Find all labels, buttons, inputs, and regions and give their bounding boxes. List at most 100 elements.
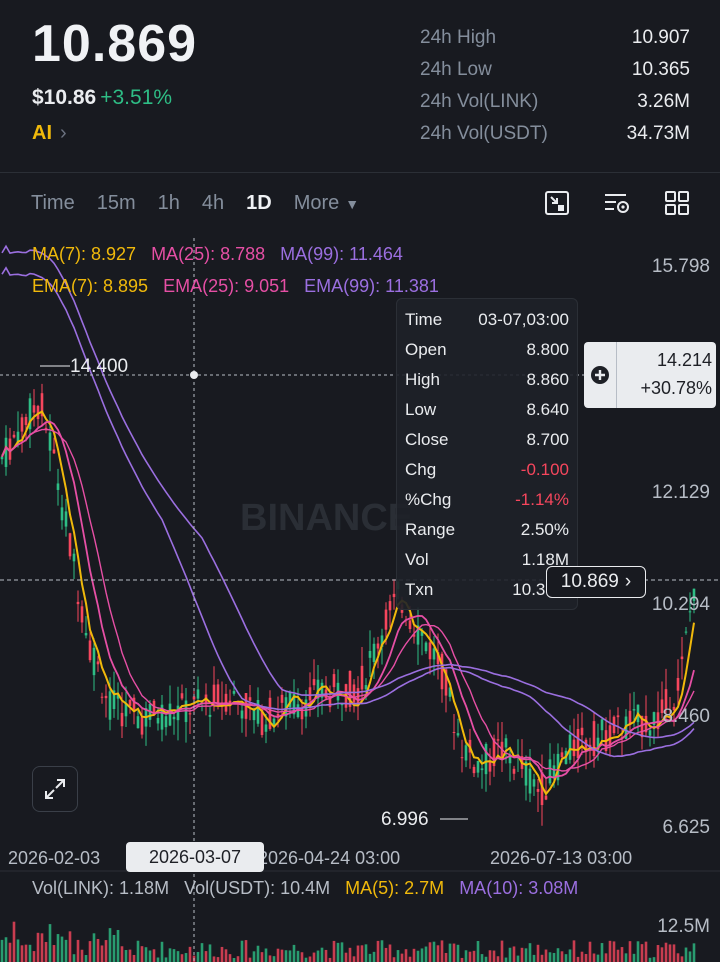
volume-bar [168,948,172,962]
volume-bar [628,941,632,962]
ma7-value: MA(7): 8.927 [32,244,137,264]
candle-body [56,483,60,490]
candle-body [256,700,260,724]
ai-button[interactable]: AI › [32,122,67,145]
volume-bar [360,945,364,962]
fullscreen-button[interactable] [32,766,78,812]
volume-bar [196,951,200,962]
volume-bar [540,954,544,962]
plus-circle-icon [591,366,609,384]
volume-bars [0,921,696,962]
indicator-settings-icon[interactable] [602,188,632,218]
volume-bar [680,956,684,962]
volume-bar [520,947,524,962]
current-price-tag[interactable]: 10.869 › [546,566,646,598]
volume-bar [472,950,476,962]
volume-bar [92,933,96,962]
chart-type-icon[interactable] [542,188,572,218]
candle-body [48,432,52,451]
volume-bar [396,950,400,962]
candle-body [376,643,380,649]
tooltip-row-range: Range 2.50% [405,520,569,539]
candle-body [352,684,356,703]
grid-layout-icon[interactable] [662,188,692,218]
volume-bar [464,950,468,962]
volume-bar [216,957,220,962]
volume-bar [572,940,576,962]
volume-bar [512,946,516,962]
volume-bar [144,947,148,962]
tooltip-row-low: Low 8.640 [405,400,569,419]
candle-body [684,631,688,633]
ema25-value: EMA(25): 9.051 [163,276,290,296]
volume-bar [160,941,164,962]
crosshair-price-tag[interactable]: 14.214 +30.78% [584,342,716,408]
volume-bar [332,940,336,962]
ohlc-tooltip: Time 03-07,03:00 Open 8.800 High 8.860 Low 8… [396,298,578,610]
tab-1h[interactable]: 1h [147,188,191,219]
volume-bar [148,950,152,962]
volume-bar [72,954,76,962]
volume-bar [300,952,304,962]
volume-bar [292,944,296,962]
crosshair-dot [190,371,198,379]
volume-bar [564,954,568,962]
volume-bar [468,951,472,962]
volume-bar [264,948,268,962]
tab-4h[interactable]: 4h [191,188,235,219]
candle-body [388,601,392,611]
current-price-value: 10.869 [560,571,619,592]
y-axis-label: 12.129 [651,482,710,503]
volume-bar [240,940,244,962]
volume-bar [556,948,560,962]
candle-body [676,678,680,691]
tab-time[interactable]: Time [20,188,86,219]
candle-body [164,716,168,728]
volume-bar [280,949,284,962]
candle-body [44,427,48,429]
volume-bar [624,953,628,962]
candle-body [548,759,552,784]
volume-bar [112,934,116,962]
volume-bar [156,957,160,962]
tab-1d[interactable]: 1D [235,188,283,219]
volume-bar [588,941,592,962]
chart-toolbar [542,188,692,218]
candle-body [504,738,508,748]
volume-bar [568,949,572,962]
volume-bar [604,953,608,962]
tab-more[interactable]: More ▼ [283,188,370,219]
volume-bar [548,952,552,962]
volume-bar [140,946,144,962]
volume-bar [400,953,404,962]
volume-bar [640,944,644,962]
volume-bar [436,945,440,962]
volume-bar [312,952,316,962]
candle-body [248,697,252,701]
volume-bar [504,957,508,962]
candle-body [428,642,432,660]
y-axis-label: 15.798 [651,256,710,277]
volume-bar [60,936,64,962]
volume-bar [364,944,368,962]
add-alert-button[interactable] [584,342,617,408]
volume-bar [96,938,100,962]
volume-legend: Vol(LINK): 1.18M Vol(USDT): 10.4M MA(5):… [32,878,578,899]
volume-bar [576,956,580,962]
volume-bar [260,952,264,962]
volume-bar [536,944,540,962]
ema25-line [1,428,695,772]
volume-bar [16,939,20,962]
volume-bar [344,952,348,962]
volume-bar [516,955,520,962]
tab-15m[interactable]: 15m [86,188,147,219]
candle-body [24,417,28,425]
candle-body [100,696,104,698]
candle-body [392,593,396,598]
volume-bar [600,943,604,962]
volume-bar [180,954,184,962]
volume-bar [136,940,140,962]
volume-bar [524,948,528,962]
vol-usdt: Vol(USDT): 10.4M [184,878,331,898]
candle-body [308,687,312,701]
